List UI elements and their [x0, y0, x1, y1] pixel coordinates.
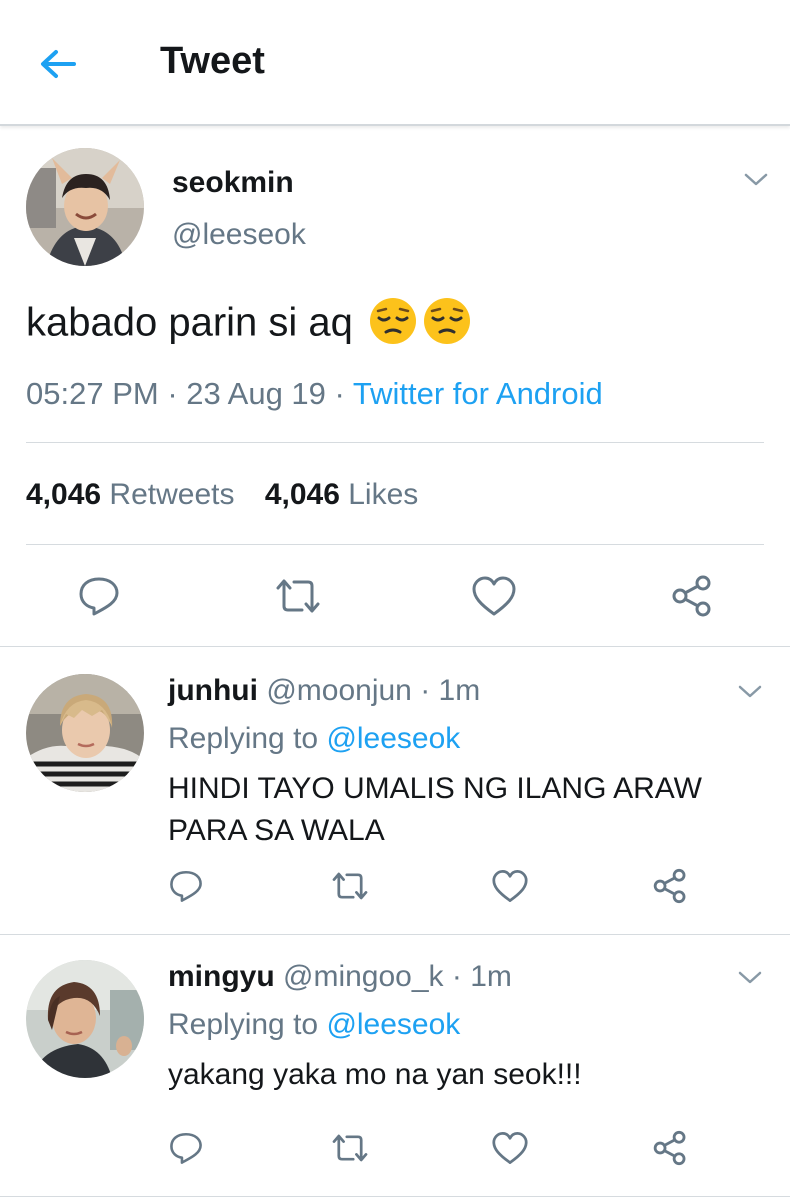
top-bar [0, 0, 790, 126]
divider [26, 544, 764, 545]
reply-icon [79, 577, 119, 616]
reply-handle[interactable]: @mingoo_k [283, 960, 444, 993]
like-button[interactable] [488, 866, 532, 906]
avatar[interactable] [26, 960, 144, 1078]
tweet-text: kabado parin si aq [26, 298, 472, 350]
retweet-icon [276, 579, 320, 613]
pensive-face-icon [370, 298, 417, 344]
reply-time: 1m [438, 674, 481, 707]
divider [0, 1196, 790, 1197]
meta-separator: · [325, 376, 353, 411]
meta-separator: · [411, 674, 439, 707]
share-icon [653, 1130, 686, 1166]
share-button[interactable] [666, 572, 718, 620]
reply-text-line: HINDI TAYO UMALIS NG ILANG ARAW [168, 772, 702, 805]
reply-time: 1m [470, 960, 512, 993]
replying-to-label: Replying to [168, 1008, 319, 1041]
retweets-stat[interactable]: 4,046 Retweets [26, 478, 234, 511]
divider [0, 934, 790, 935]
reply-icon [170, 870, 202, 902]
reply-handle[interactable]: @moonjun [266, 674, 412, 707]
like-button[interactable] [488, 1128, 532, 1168]
chevron-down-icon [738, 685, 762, 698]
like-button[interactable] [468, 572, 520, 620]
replying-to-label: Replying to [168, 722, 319, 755]
divider [0, 646, 790, 647]
reply-button[interactable] [166, 866, 206, 906]
retweet-button[interactable] [270, 572, 326, 620]
share-icon [672, 575, 711, 617]
retweet-icon [332, 1134, 368, 1162]
reply-display-name[interactable]: junhui [168, 674, 258, 707]
share-button[interactable] [648, 1128, 692, 1168]
reply-text: yakang yaka mo na yan seok!!! [168, 1054, 582, 1096]
tweet-source-link[interactable]: Twitter for Android [353, 376, 603, 411]
page-title: Tweet [160, 40, 265, 82]
retweet-icon [332, 872, 368, 900]
reply-text: HINDI TAYO UMALIS NG ILANG ARAW PARA SA … [168, 768, 702, 852]
tweet-stats: 4,046 Retweets 4,046 Likes [26, 478, 418, 512]
share-button[interactable] [648, 866, 692, 906]
avatar[interactable] [26, 674, 144, 792]
user-handle[interactable]: @leeseok [172, 218, 306, 252]
tweet-time: 05:27 PM [26, 376, 159, 411]
chevron-down-icon [738, 971, 762, 984]
likes-stat[interactable]: 4,046 Likes [265, 478, 418, 511]
like-icon [492, 1132, 528, 1164]
reply-icon [170, 1132, 202, 1164]
replying-to: Replying to @leeseok [168, 1008, 460, 1042]
replying-to-link[interactable]: @leeseok [326, 722, 460, 755]
reply-header: junhui @moonjun · 1m [168, 674, 480, 708]
replying-to: Replying to @leeseok [168, 722, 460, 756]
arrow-left-icon [41, 50, 76, 78]
retweet-button[interactable] [326, 866, 374, 906]
meta-separator: · [158, 376, 187, 411]
meta-separator: · [443, 960, 471, 993]
like-icon [492, 870, 528, 902]
reply-header: mingyu @mingoo_k · 1m [168, 960, 512, 994]
avatar[interactable] [26, 148, 144, 266]
reply-text-line: PARA SA WALA [168, 814, 385, 847]
back-button[interactable] [30, 38, 86, 90]
tweet-text-content: kabado parin si aq [26, 300, 353, 345]
likes-label: Likes [348, 478, 419, 511]
tweet-meta: 05:27 PM · 23 Aug 19 · Twitter for Andro… [26, 376, 603, 412]
reply-options-button[interactable] [736, 968, 764, 988]
replying-to-link[interactable]: @leeseok [326, 1008, 460, 1041]
likes-count: 4,046 [264, 478, 340, 511]
share-icon [653, 868, 686, 904]
reply-options-button[interactable] [736, 682, 764, 702]
retweets-count: 4,046 [26, 478, 102, 511]
pensive-face-icon [424, 298, 471, 344]
like-icon [472, 576, 516, 616]
tweet-options-button[interactable] [742, 170, 770, 190]
reply-display-name[interactable]: mingyu [168, 960, 275, 993]
chevron-down-icon [744, 173, 768, 186]
reply-button[interactable] [74, 572, 124, 620]
retweets-label: Retweets [109, 478, 235, 511]
divider [26, 442, 764, 443]
display-name[interactable]: seokmin [172, 166, 294, 200]
reply-button[interactable] [166, 1128, 206, 1168]
tweet-date: 23 Aug 19 [186, 376, 326, 411]
reply-text-line: yakang yaka mo na yan seok!!! [168, 1058, 582, 1091]
retweet-button[interactable] [326, 1128, 374, 1168]
